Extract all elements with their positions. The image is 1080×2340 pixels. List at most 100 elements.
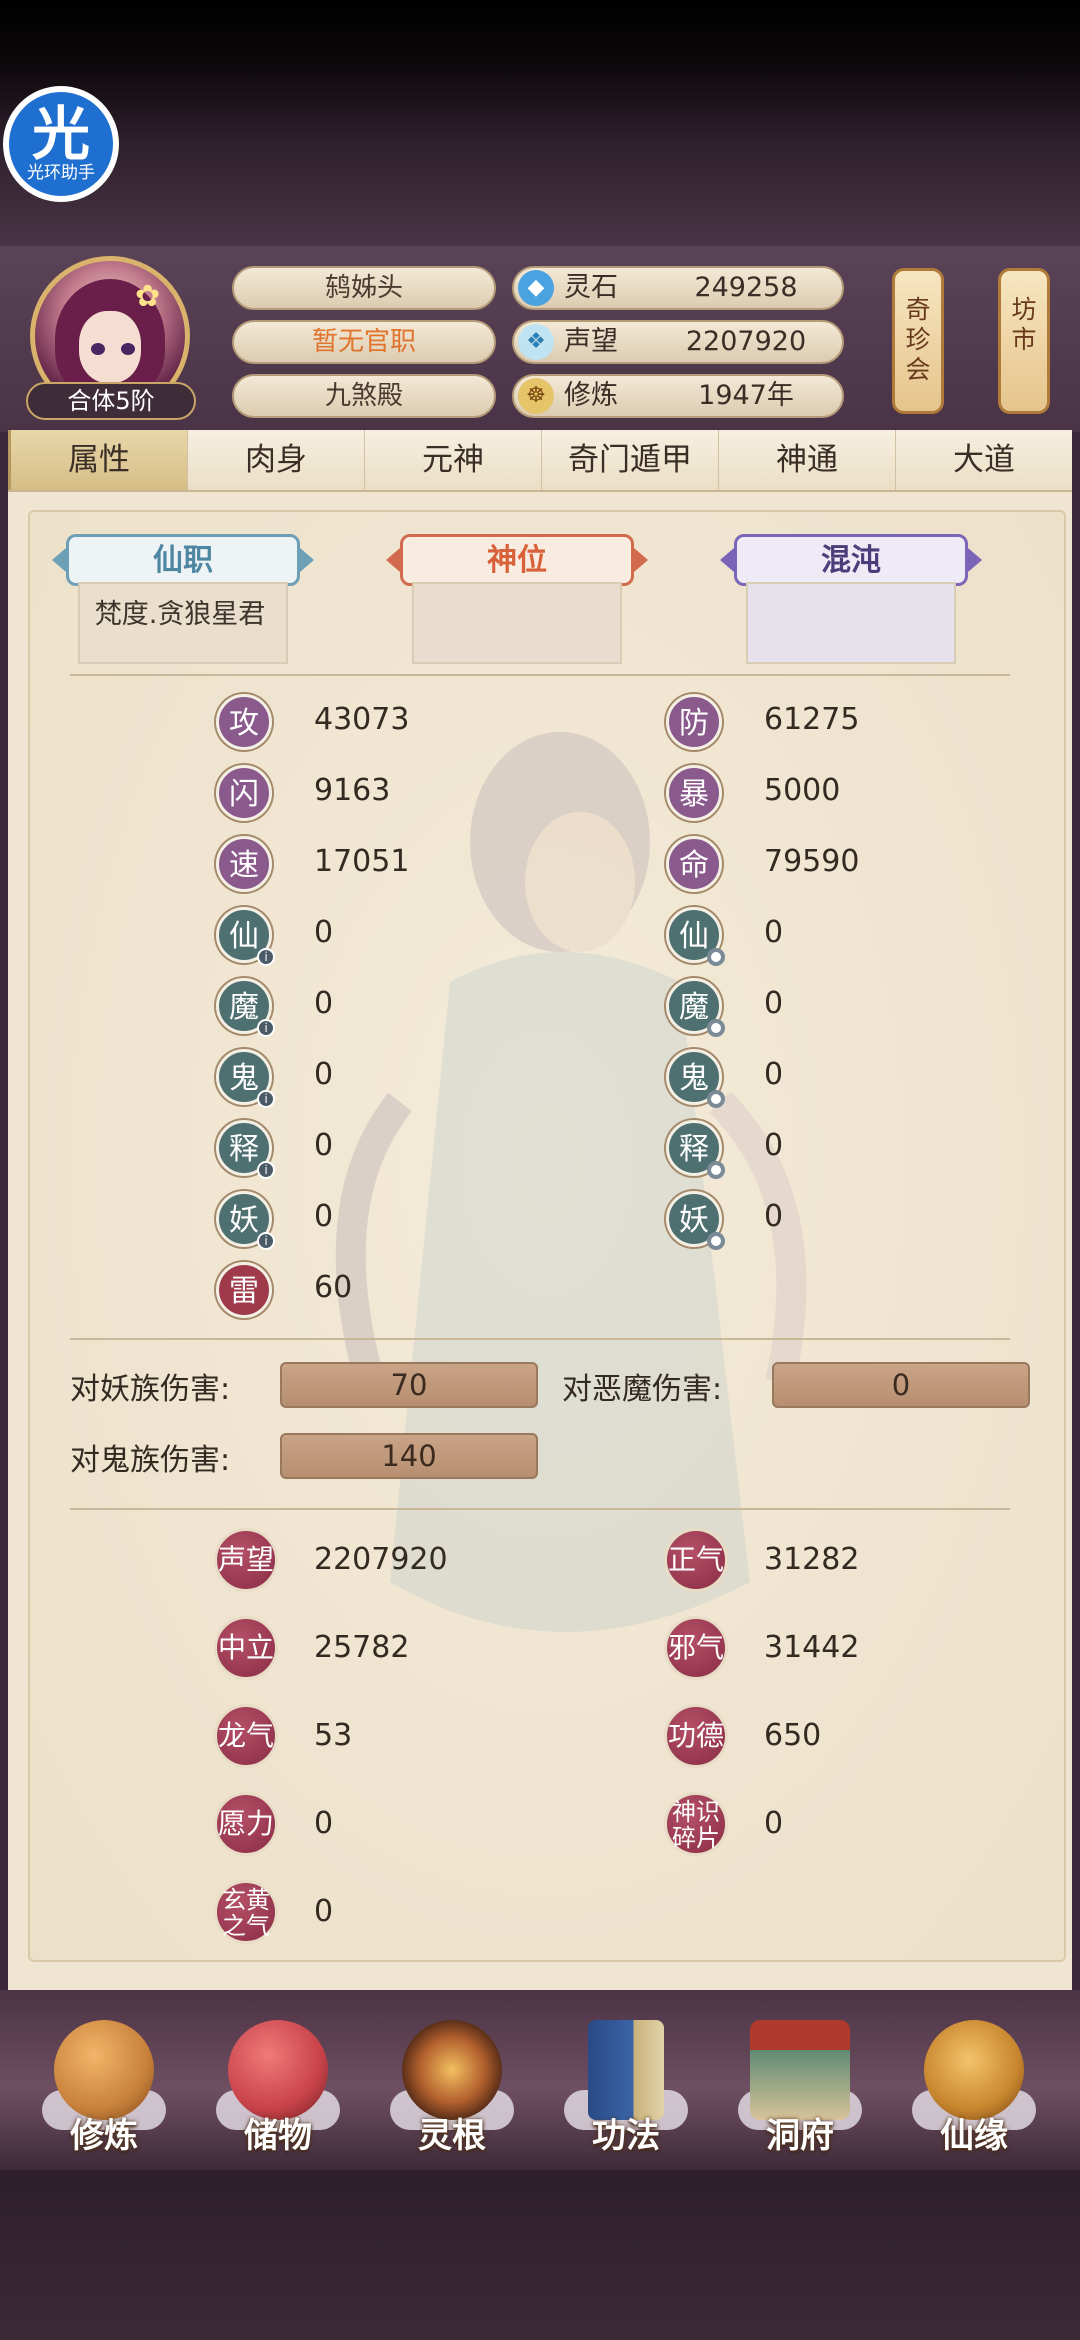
title-pill: 鸫姊头 bbox=[232, 266, 496, 310]
critical-badge: 暴 bbox=[666, 765, 722, 821]
nav-spirit-root[interactable]: 灵根 bbox=[382, 2010, 522, 2160]
yao-defense-badge: 妖 bbox=[666, 1191, 725, 1250]
rank-shenwei-label: 神位 bbox=[400, 534, 634, 586]
nav-fate[interactable]: 仙缘 bbox=[904, 2010, 1044, 2160]
rank-shenwei-ribbon[interactable]: 神位 bbox=[386, 534, 648, 586]
yao-attack-badge: 妖i bbox=[216, 1191, 275, 1250]
merit-amount: 650 bbox=[764, 1718, 822, 1753]
immortal-attack-value: 0 bbox=[314, 915, 334, 950]
spirit-root-icon bbox=[402, 2020, 502, 2120]
cultivation-label: 修炼 bbox=[564, 380, 618, 411]
yao-attack-value: 0 bbox=[314, 1199, 334, 1234]
attribute-sheet: 仙职 梵度.贪狼星君 神位 混沌 攻 43073 闪 9163 速 17051 … bbox=[28, 510, 1066, 1962]
official-post-pill[interactable]: 暂无官职 bbox=[232, 320, 496, 364]
nav-storage-label: 储物 bbox=[244, 2116, 312, 2156]
cave-abode-icon bbox=[750, 2020, 850, 2120]
rank-hundun-label: 混沌 bbox=[734, 534, 968, 586]
spirit-stone-row: ◆ 灵石 249258 bbox=[512, 266, 844, 310]
thunder-badge: 雷 bbox=[216, 1262, 272, 1318]
damage-vs-ghost-label: 对鬼族伤害: bbox=[70, 1443, 231, 1478]
reputation-badge: 声望 bbox=[214, 1528, 278, 1592]
reputation-row: ❖ 声望 2207920 bbox=[512, 320, 844, 364]
attribute-panel: 仙职 梵度.贪狼星君 神位 混沌 攻 43073 闪 9163 速 17051 … bbox=[8, 492, 1072, 1992]
nav-fate-label: 仙缘 bbox=[940, 2116, 1008, 2156]
immortal-defense-badge: 仙 bbox=[666, 907, 725, 966]
faction-pill[interactable]: 九煞殿 bbox=[232, 374, 496, 418]
vow-power-badge: 愿力 bbox=[214, 1792, 278, 1856]
yao-defense-value: 0 bbox=[764, 1199, 784, 1234]
evil-badge: 邪气 bbox=[664, 1616, 728, 1680]
divider bbox=[70, 674, 1010, 676]
defense-badge: 防 bbox=[666, 694, 722, 750]
divider bbox=[70, 1338, 1010, 1340]
reputation-label: 声望 bbox=[564, 326, 618, 357]
attribute-tabs: 属性 肉身 元神 奇门遁甲 神通 大道 bbox=[8, 430, 1072, 492]
tab-attributes[interactable]: 属性 bbox=[8, 430, 188, 490]
demon-attack-value: 0 bbox=[314, 986, 334, 1021]
nav-spirit-root-label: 灵根 bbox=[418, 2116, 486, 2156]
merit-badge: 功德 bbox=[664, 1704, 728, 1768]
thunder-value: 60 bbox=[314, 1270, 353, 1305]
buddha-attack-value: 0 bbox=[314, 1128, 334, 1163]
attack-value: 43073 bbox=[314, 702, 410, 737]
shield-icon bbox=[707, 1161, 725, 1179]
cultivation-icon: ☸ bbox=[518, 378, 554, 414]
damage-vs-yao-label: 对妖族伤害: bbox=[70, 1372, 231, 1407]
shield-icon bbox=[707, 1090, 725, 1108]
damage-vs-ghost-bar: 140 bbox=[280, 1433, 538, 1479]
helper-logo-icon: 光 光环助手 bbox=[9, 92, 113, 196]
buddha-defense-badge: 释 bbox=[666, 1120, 725, 1179]
ghost-defense-badge: 鬼 bbox=[666, 1049, 725, 1108]
demon-defense-value: 0 bbox=[764, 986, 784, 1021]
info-icon: i bbox=[257, 1019, 275, 1037]
market-button[interactable]: 坊市 bbox=[998, 268, 1050, 414]
nav-techniques[interactable]: 功法 bbox=[556, 2010, 696, 2160]
speed-badge: 速 bbox=[216, 836, 272, 892]
buddha-defense-value: 0 bbox=[764, 1128, 784, 1163]
rank-hundun-ribbon[interactable]: 混沌 bbox=[720, 534, 982, 586]
reputation-value: 2207920 bbox=[685, 326, 807, 357]
speed-value: 17051 bbox=[314, 844, 410, 879]
profile-header: ✿ 合体5阶 鸫姊头 暂无官职 九煞殿 ◆ 灵石 249258 ❖ 声望 220… bbox=[0, 246, 1080, 432]
tab-qimen[interactable]: 奇门遁甲 bbox=[542, 430, 719, 490]
helper-floating-button[interactable]: 光 光环助手 bbox=[3, 86, 119, 202]
tab-divine-powers[interactable]: 神通 bbox=[719, 430, 896, 490]
dragon-qi-amount: 53 bbox=[314, 1718, 353, 1753]
technique-book-icon bbox=[588, 2020, 664, 2120]
nav-storage[interactable]: 储物 bbox=[208, 2010, 348, 2160]
soul-shards-amount: 0 bbox=[764, 1806, 784, 1841]
bottom-backdrop bbox=[0, 2170, 1080, 2340]
cultivation-row: ☸ 修炼 1947年 bbox=[512, 374, 844, 418]
neutral-badge: 中立 bbox=[214, 1616, 278, 1680]
damage-vs-demon-label: 对恶魔伤害: bbox=[562, 1372, 723, 1407]
rare-auction-button[interactable]: 奇珍会 bbox=[892, 268, 944, 414]
demon-defense-badge: 魔 bbox=[666, 978, 725, 1037]
helper-glyph: 光 bbox=[31, 100, 90, 168]
info-icon: i bbox=[257, 1232, 275, 1250]
ghost-attack-value: 0 bbox=[314, 1057, 334, 1092]
tab-body[interactable]: 肉身 bbox=[188, 430, 365, 490]
nav-cultivate[interactable]: 修炼 bbox=[34, 2010, 174, 2160]
immortal-defense-value: 0 bbox=[764, 915, 784, 950]
defense-value: 61275 bbox=[764, 702, 860, 737]
ghost-attack-badge: 鬼i bbox=[216, 1049, 275, 1108]
info-icon: i bbox=[257, 948, 275, 966]
dragon-qi-badge: 龙气 bbox=[214, 1704, 278, 1768]
gourd-icon bbox=[924, 2020, 1024, 2120]
dodge-badge: 闪 bbox=[216, 765, 272, 821]
tab-great-dao[interactable]: 大道 bbox=[896, 430, 1072, 490]
dodge-value: 9163 bbox=[314, 773, 391, 808]
hp-badge: 命 bbox=[666, 836, 722, 892]
righteous-amount: 31282 bbox=[764, 1542, 860, 1577]
rank-shenwei-plaque bbox=[412, 582, 622, 664]
evil-amount: 31442 bbox=[764, 1630, 860, 1665]
nav-cave-abode[interactable]: 洞府 bbox=[730, 2010, 870, 2160]
reputation-amount: 2207920 bbox=[314, 1542, 448, 1577]
tab-spirit[interactable]: 元神 bbox=[365, 430, 542, 490]
rank-xianzhi-ribbon[interactable]: 仙职 bbox=[52, 534, 314, 586]
hp-value: 79590 bbox=[764, 844, 860, 879]
info-icon: i bbox=[257, 1161, 275, 1179]
spirit-stone-label: 灵石 bbox=[564, 272, 618, 303]
righteous-badge: 正气 bbox=[664, 1528, 728, 1592]
xuanhuang-amount: 0 bbox=[314, 1894, 334, 1929]
